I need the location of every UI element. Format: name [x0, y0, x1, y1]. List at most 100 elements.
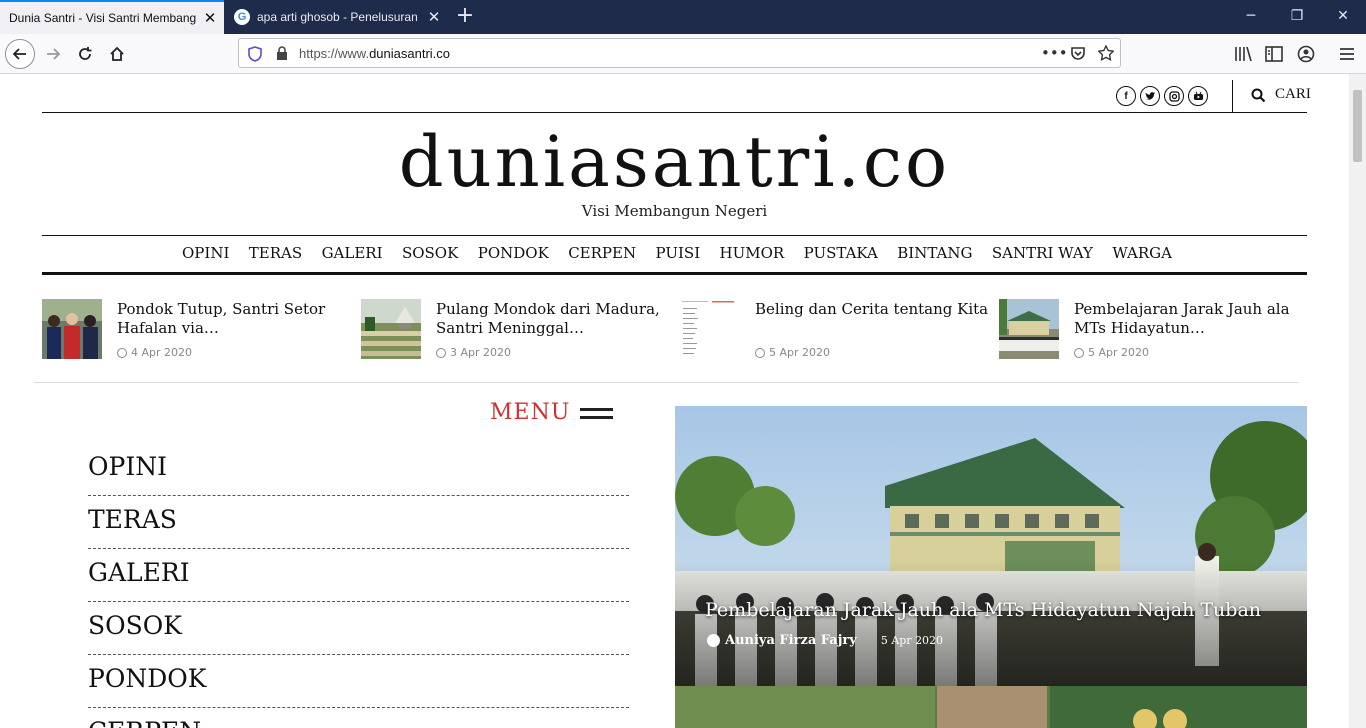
menu-bar-line [580, 408, 613, 411]
home-icon [110, 46, 124, 61]
nav-item-warga[interactable]: WARGA [1112, 244, 1172, 262]
browser-tab-bar: Dunia Santri - Visi Santri Membangun Neg… [0, 0, 1366, 34]
featured-date: 5 Apr 2020 [880, 634, 944, 647]
home-button[interactable] [102, 39, 132, 69]
side-menu-item-teras[interactable]: TERAS [88, 505, 629, 549]
browser-nav-bar: https://www.duniasantri.co ••• [0, 34, 1366, 74]
nav-top-rule [42, 235, 1307, 236]
url-text[interactable]: https://www.duniasantri.co [299, 46, 450, 61]
library-icon[interactable] [1234, 46, 1252, 62]
nav-item-cerpen[interactable]: CERPEN [568, 244, 636, 262]
section-divider [34, 382, 1299, 383]
post-thumbnail[interactable] [42, 299, 102, 359]
instagram-icon[interactable] [1164, 86, 1184, 106]
trending-date: 3 Apr 2020 [436, 346, 511, 359]
nav-item-bintang[interactable]: BINTANG [897, 244, 972, 262]
featured-author[interactable]: Auniya Firza Fajry [725, 633, 857, 648]
tab-google-search[interactable]: G apa arti ghosob - Penelusuran Google ✕ [224, 0, 448, 34]
trending-title[interactable]: Pembelajaran Jarak Jauh ala MTs Hidayatu… [1074, 300, 1309, 338]
featured-meta: Auniya Firza Fajry 5 Apr 2020 [707, 633, 943, 648]
instagram-glyph [1168, 90, 1180, 102]
lock-icon[interactable] [276, 46, 288, 61]
reload-button[interactable] [70, 39, 100, 69]
bookmark-star-icon[interactable] [1098, 45, 1114, 61]
forward-arrow-icon [47, 48, 61, 60]
side-menu-item-pondok[interactable]: PONDOK [88, 664, 629, 708]
clock-icon [117, 347, 127, 358]
nav-item-humor[interactable]: HUMOR [720, 244, 785, 262]
nav-item-opini[interactable]: OPINI [182, 244, 229, 262]
site-tagline: Visi Membangun Negeri [581, 202, 768, 220]
hamburger-menu-icon[interactable] [1339, 46, 1355, 62]
url-domain: duniasantri.co [369, 46, 451, 61]
minimize-window-icon[interactable]: ─ [1228, 0, 1274, 34]
search-icon[interactable] [1251, 88, 1266, 103]
nav-bottom-rule [42, 272, 1307, 275]
nav-item-santri-way[interactable]: SANTRI WAY [992, 244, 1093, 262]
close-tab-icon[interactable]: ✕ [196, 9, 224, 27]
menu-bars-icon[interactable] [580, 408, 613, 420]
trending-post[interactable]: Pulang Mondok dari Madura, Santri Mening… [361, 298, 661, 360]
nav-item-pustaka[interactable]: PUSTAKA [804, 244, 878, 262]
side-menu-item-cerpen[interactable]: CERPEN [88, 717, 629, 728]
menu-heading[interactable]: MENU [490, 400, 570, 425]
featured-title[interactable]: Pembelajaran Jarak Jauh ala MTs Hidayatu… [705, 599, 1261, 621]
main-navigation: OPINI TERAS GALERI SOSOK PONDOK CERPEN P… [182, 244, 1172, 262]
trending-date: 4 Apr 2020 [117, 346, 192, 359]
clock-icon [1074, 347, 1084, 358]
site-logo[interactable]: duniasantri.co [0, 122, 1349, 202]
reload-icon [79, 47, 92, 60]
side-menu-item-opini[interactable]: OPINI [88, 452, 629, 496]
facebook-icon[interactable]: f [1116, 86, 1136, 106]
clock-icon [436, 347, 446, 358]
menu-bar-line [580, 416, 613, 419]
tab-dunia-santri[interactable]: Dunia Santri - Visi Santri Membangun Neg… [0, 0, 224, 34]
youtube-icon[interactable] [1188, 86, 1208, 106]
url-bar[interactable]: https://www.duniasantri.co ••• [238, 38, 1121, 68]
youtube-glyph [1193, 91, 1203, 100]
forward-button[interactable] [38, 39, 68, 69]
new-tab-button[interactable]: + [452, 4, 478, 30]
back-button[interactable] [5, 39, 35, 69]
post-thumbnail[interactable] [680, 299, 740, 359]
twitter-bird-glyph [1145, 91, 1155, 100]
account-icon[interactable] [1297, 45, 1315, 63]
secondary-article-image[interactable] [675, 686, 1307, 728]
post-thumbnail[interactable] [361, 299, 421, 359]
date-text: 5 Apr 2020 [769, 346, 831, 359]
post-thumbnail[interactable] [999, 299, 1059, 359]
nav-item-pondok[interactable]: PONDOK [478, 244, 549, 262]
web-page: f CARI duniasantri.co Visi Membangun Neg… [0, 74, 1349, 728]
pocket-icon[interactable] [1070, 46, 1086, 61]
search-label[interactable]: CARI [1275, 86, 1311, 103]
twitter-icon[interactable] [1140, 86, 1160, 106]
date-text: 3 Apr 2020 [450, 346, 512, 359]
tracking-shield-icon[interactable] [248, 46, 262, 62]
nav-item-sosok[interactable]: SOSOK [402, 244, 458, 262]
scrollbar-thumb[interactable] [1353, 90, 1362, 162]
trending-post[interactable]: Pondok Tutup, Santri Setor Hafalan via… … [42, 298, 342, 360]
restore-window-icon[interactable]: ❐ [1274, 0, 1320, 34]
date-text: 4 Apr 2020 [131, 346, 193, 359]
nav-item-teras[interactable]: TERAS [249, 244, 302, 262]
sidebar-toggle-icon[interactable] [1265, 46, 1283, 62]
side-menu-item-sosok[interactable]: SOSOK [88, 611, 629, 655]
trending-title[interactable]: Pondok Tutup, Santri Setor Hafalan via… [117, 300, 352, 338]
nav-item-galeri[interactable]: GALERI [322, 244, 383, 262]
trending-title[interactable]: Beling dan Cerita tentang Kita [755, 300, 990, 319]
page-scrollbar[interactable] [1349, 74, 1366, 728]
trending-post[interactable]: Beling dan Cerita tentang Kita 5 Apr 202… [680, 298, 988, 360]
date-text: 5 Apr 2020 [1088, 346, 1150, 359]
featured-article[interactable]: Pembelajaran Jarak Jauh ala MTs Hidayatu… [675, 406, 1307, 686]
page-actions-icon[interactable]: ••• [1041, 44, 1068, 62]
close-tab-icon[interactable]: ✕ [420, 8, 448, 26]
nav-item-puisi[interactable]: PUISI [656, 244, 701, 262]
secondary-image[interactable] [675, 686, 1307, 728]
back-arrow-icon [12, 48, 26, 60]
header-top-rule [42, 112, 1307, 113]
side-menu-item-galeri[interactable]: GALERI [88, 558, 629, 602]
close-window-icon[interactable]: ✕ [1320, 0, 1366, 34]
search-separator [1232, 80, 1233, 112]
trending-title[interactable]: Pulang Mondok dari Madura, Santri Mening… [436, 300, 671, 338]
trending-post[interactable]: Pembelajaran Jarak Jauh ala MTs Hidayatu… [999, 298, 1299, 360]
